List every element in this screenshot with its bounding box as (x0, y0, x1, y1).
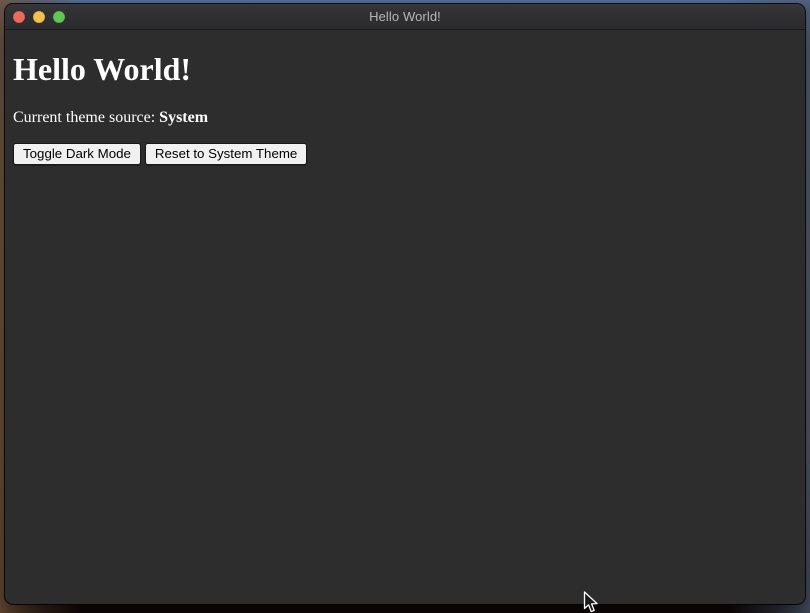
window-title: Hello World! (369, 9, 441, 24)
button-row: Toggle Dark Mode Reset to System Theme (13, 143, 797, 165)
page-title: Hello World! (13, 51, 797, 88)
titlebar[interactable]: Hello World! (5, 4, 805, 30)
zoom-window-button[interactable] (53, 11, 65, 23)
app-window: Hello World! Hello World! Current theme … (5, 4, 805, 604)
desktop: { "window": { "titlebar": { "title": "He… (0, 0, 810, 613)
page-content: Hello World! Current theme source: Syste… (5, 51, 805, 165)
theme-source-value: System (159, 109, 208, 126)
close-window-button[interactable] (13, 11, 25, 23)
theme-source-line: Current theme source: System (13, 109, 797, 127)
traffic-lights (13, 4, 65, 29)
theme-source-label: Current theme source: (13, 109, 159, 126)
reset-to-system-theme-button[interactable]: Reset to System Theme (145, 143, 307, 165)
toggle-dark-mode-button[interactable]: Toggle Dark Mode (13, 143, 141, 165)
minimize-window-button[interactable] (33, 11, 45, 23)
